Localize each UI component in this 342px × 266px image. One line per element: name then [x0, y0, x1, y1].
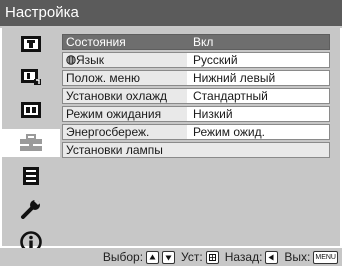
advanced-picture-icon[interactable] — [2, 63, 60, 91]
down-arrow-key-icon — [162, 250, 176, 264]
menu-row-label: Установки лампы — [63, 143, 329, 157]
language-icon — [66, 55, 76, 65]
setup-toolbox-icon[interactable] — [2, 129, 60, 157]
select-hint-label: Выбор: — [102, 250, 144, 264]
menu-row-cooling-settings[interactable]: Установки охлажд Стандартный — [62, 88, 330, 104]
enter-key-icon — [205, 250, 219, 264]
menu-row-label: Состояния — [63, 35, 187, 49]
menu-row-label: Полож. меню — [63, 71, 187, 85]
menu-row-label: Режим ожидания — [63, 107, 187, 121]
footer-hints-inner: Выбор: Уст: Назад: Вых: MENU — [103, 250, 338, 264]
picture-settings-icon[interactable] — [2, 30, 60, 58]
menu-row-label: Язык — [76, 53, 105, 67]
menu-list-icon[interactable] — [2, 162, 60, 190]
exit-hint-label: Вых: — [284, 250, 311, 264]
menu-row-label: Энергосбереж. — [63, 125, 187, 139]
menu-row-value: Вкл — [189, 35, 329, 49]
footer-hints: Выбор: Уст: Назад: Вых: MENU — [0, 248, 342, 266]
menu-row-menu-position[interactable]: Полож. меню Нижний левый — [62, 70, 330, 86]
back-hint-label: Назад: — [224, 250, 263, 264]
settings-screen: Настройка Состояния Вкл Язык Русский Пол… — [0, 0, 342, 266]
menu-row-power-saving[interactable]: Энергосбереж. Режим ожид. — [62, 124, 330, 140]
menu-row-value: Низкий — [189, 107, 329, 121]
menu-key-icon: MENU — [313, 250, 338, 264]
menu-row-label: Установки охлажд — [63, 89, 187, 103]
wrench-icon[interactable] — [2, 195, 60, 223]
menu-row-value: Стандартный — [189, 89, 329, 103]
up-arrow-key-icon — [146, 250, 160, 264]
screen-settings-icon[interactable] — [2, 96, 60, 124]
menu-row-value: Режим ожид. — [189, 125, 329, 139]
menu-row-language[interactable]: Язык Русский — [62, 52, 330, 68]
left-arrow-key-icon — [265, 250, 279, 264]
menu-row-value: Русский — [189, 53, 329, 67]
menu-row-lamp-settings[interactable]: Установки лампы — [62, 142, 330, 158]
menu-row-standby-mode[interactable]: Режим ожидания Низкий — [62, 106, 330, 122]
menu-row-value: Нижний левый — [189, 71, 329, 85]
page-title: Настройка — [0, 0, 342, 26]
menu-row-label-wrap: Язык — [63, 53, 187, 67]
menu-row-status[interactable]: Состояния Вкл — [62, 34, 330, 50]
set-hint-label: Уст: — [181, 250, 203, 264]
